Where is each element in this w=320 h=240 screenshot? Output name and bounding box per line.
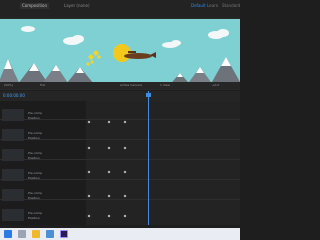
keyframe[interactable] <box>87 120 91 124</box>
playhead[interactable] <box>148 91 149 225</box>
row-divider <box>0 159 240 160</box>
keyframe[interactable] <box>107 146 111 150</box>
layer-property: Position <box>28 216 40 220</box>
timeline-header: 0:00:00:00 <box>0 91 240 101</box>
keyframe[interactable] <box>123 194 127 198</box>
layer-name: Pre-comp <box>28 111 43 115</box>
keyframe[interactable] <box>87 170 91 174</box>
camera-select[interactable]: Active Camera <box>120 83 142 88</box>
row-divider <box>0 199 240 200</box>
taskbar <box>0 228 240 240</box>
mail-icon[interactable] <box>46 230 54 238</box>
keyframe[interactable] <box>107 120 111 124</box>
keyframe[interactable] <box>87 194 91 198</box>
keyframe[interactable] <box>123 170 127 174</box>
row-divider <box>0 139 240 140</box>
composition-canvas <box>0 19 240 89</box>
layer-name: Pre-comp <box>28 131 43 135</box>
resolution-select[interactable]: Full <box>40 83 45 88</box>
tab-composition[interactable]: Composition <box>20 3 49 9</box>
layer-thumbnail <box>2 209 24 221</box>
keyframe[interactable] <box>87 146 91 150</box>
search-icon[interactable] <box>18 230 26 238</box>
row-divider <box>0 179 240 180</box>
layer-name: Pre-comp <box>28 211 43 215</box>
zoom-select[interactable]: (50%) <box>4 83 13 88</box>
layer-name: Pre-comp <box>28 151 43 155</box>
workspace-standard[interactable]: Standard <box>222 3 240 9</box>
keyframe[interactable] <box>123 146 127 150</box>
layer-name: Pre-comp <box>28 191 43 195</box>
timecode[interactable]: 0:00:00:00 <box>3 93 25 99</box>
keyframe[interactable] <box>87 214 91 218</box>
after-effects-icon[interactable] <box>60 230 68 238</box>
keyframe[interactable] <box>123 120 127 124</box>
workspace-default[interactable]: Default <box>191 3 206 9</box>
view-layout-select[interactable]: 1 View <box>160 83 170 88</box>
playhead-handle[interactable] <box>146 93 151 97</box>
exposure-value[interactable]: +0.0 <box>212 83 219 88</box>
keyframe[interactable] <box>107 214 111 218</box>
keyframe[interactable] <box>107 170 111 174</box>
workspace-learn[interactable]: Learn <box>207 3 218 9</box>
composition-viewer[interactable] <box>0 18 240 90</box>
timeline-panel: 0:00:00:00 Pre-comp Position Pre-comp Po… <box>0 91 240 225</box>
keyframe[interactable] <box>107 194 111 198</box>
file-explorer-icon[interactable] <box>32 230 40 238</box>
windows-start-icon[interactable] <box>4 230 12 238</box>
top-bar: Composition Layer (none) Default Learn S… <box>0 0 240 18</box>
keyframe[interactable] <box>123 214 127 218</box>
viewer-toolbar: (50%) Full Active Camera 1 View +0.0 <box>0 82 240 89</box>
row-divider <box>0 119 240 120</box>
layer-name: Pre-comp <box>28 171 43 175</box>
tab-layer[interactable]: Layer (none) <box>64 3 90 9</box>
app-window: Composition Layer (none) Default Learn S… <box>0 0 240 240</box>
